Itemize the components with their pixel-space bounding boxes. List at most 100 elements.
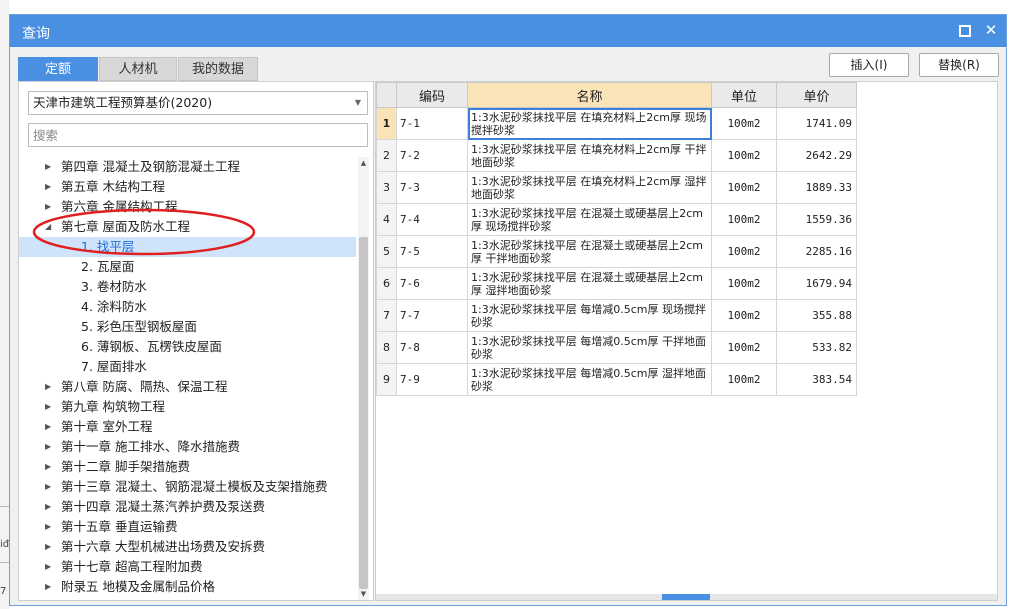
table-row[interactable]: 8 7-8 1:3水泥砂浆抹找平层 每增减0.5cm厚 干拌地面砂浆 100m2 533… (376, 331, 857, 364)
tree-item-chapter[interactable]: ▶ 第十六章 大型机械进出场费及安拆费 (19, 537, 356, 557)
table-row[interactable]: 3 7-3 1:3水泥砂浆抹找平层 在填充材料上2cm厚 湿拌地面砂浆 100m2 18… (376, 171, 857, 204)
price-cell[interactable]: 2285.16 (776, 235, 857, 268)
expand-caret-icon[interactable]: ▶ (45, 437, 51, 457)
name-cell[interactable]: 1:3水泥砂浆抹找平层 在填充材料上2cm厚 干拌地面砂浆 (467, 139, 712, 172)
header-name[interactable]: 名称 (467, 82, 712, 108)
tree-item-chapter[interactable]: ▶ 第十五章 垂直运输费 (19, 517, 356, 537)
table-row[interactable]: 4 7-4 1:3水泥砂浆抹找平层 在混凝土或硬基层上2cm厚 现场搅拌砂浆 100m… (376, 203, 857, 236)
table-row[interactable]: 1 7-1 1:3水泥砂浆抹找平层 在填充材料上2cm厚 现场搅拌砂浆 100m2 17… (376, 107, 857, 140)
title-bar[interactable]: 查询 ✕ (10, 15, 1006, 47)
unit-cell[interactable]: 100m2 (711, 107, 777, 140)
name-cell[interactable]: 1:3水泥砂浆抹找平层 在混凝土或硬基层上2cm厚 干拌地面砂浆 (467, 235, 712, 268)
unit-cell[interactable]: 100m2 (711, 267, 777, 300)
tree-item-chapter[interactable]: ▶ 第四章 混凝土及钢筋混凝土工程 (19, 157, 356, 177)
expand-caret-icon[interactable]: ▶ (45, 497, 51, 517)
header-price[interactable]: 单价 (776, 82, 857, 108)
collapse-caret-icon[interactable]: ◢ (45, 217, 51, 237)
code-cell[interactable]: 7-8 (396, 331, 468, 364)
insert-button[interactable]: 插入(I) (829, 53, 909, 77)
unit-cell[interactable]: 100m2 (711, 331, 777, 364)
replace-button[interactable]: 替换(R) (919, 53, 999, 77)
name-cell[interactable]: 1:3水泥砂浆抹找平层 在混凝土或硬基层上2cm厚 现场搅拌砂浆 (467, 203, 712, 236)
unit-cell[interactable]: 100m2 (711, 171, 777, 204)
unit-cell[interactable]: 100m2 (711, 235, 777, 268)
expand-caret-icon[interactable]: ▶ (45, 557, 51, 577)
tree-item-chapter[interactable]: ▶ 第十章 室外工程 (19, 417, 356, 437)
row-index-cell[interactable]: 6 (376, 267, 397, 300)
row-index-cell[interactable]: 9 (376, 363, 397, 396)
tree-scrollbar[interactable]: ▲ ▼ (358, 157, 369, 600)
code-cell[interactable]: 7-3 (396, 171, 468, 204)
unit-cell[interactable]: 100m2 (711, 203, 777, 236)
expand-caret-icon[interactable]: ▶ (45, 177, 51, 197)
table-row[interactable]: 7 7-7 1:3水泥砂浆抹找平层 每增减0.5cm厚 现场搅拌砂浆 100m2 355… (376, 299, 857, 332)
tree-item-section[interactable]: 6. 薄钢板、瓦楞铁皮屋面 (19, 337, 356, 357)
expand-caret-icon[interactable]: ▶ (45, 457, 51, 477)
price-cell[interactable]: 355.88 (776, 299, 857, 332)
library-select[interactable]: 天津市建筑工程预算基价(2020) ▼ (28, 91, 368, 115)
unit-cell[interactable]: 100m2 (711, 299, 777, 332)
unit-cell[interactable]: 100m2 (711, 139, 777, 172)
scrollbar-thumb[interactable] (359, 237, 368, 589)
name-cell[interactable]: 1:3水泥砂浆抹找平层 在填充材料上2cm厚 现场搅拌砂浆 (467, 107, 712, 140)
code-cell[interactable]: 7-7 (396, 299, 468, 332)
tree-item-chapter[interactable]: ▶ 第六章 金属结构工程 (19, 197, 356, 217)
tree-item-chapter[interactable]: ▶ 第五章 木结构工程 (19, 177, 356, 197)
price-cell[interactable]: 1889.33 (776, 171, 857, 204)
tree-item-section[interactable]: 4. 涂料防水 (19, 297, 356, 317)
row-index-cell[interactable]: 3 (376, 171, 397, 204)
code-cell[interactable]: 7-6 (396, 267, 468, 300)
price-cell[interactable]: 1679.94 (776, 267, 857, 300)
tree-item-chapter[interactable]: ▶ 第十七章 超高工程附加费 (19, 557, 356, 577)
price-cell[interactable]: 533.82 (776, 331, 857, 364)
code-cell[interactable]: 7-2 (396, 139, 468, 172)
price-cell[interactable]: 1559.36 (776, 203, 857, 236)
header-code[interactable]: 编码 (396, 82, 468, 108)
name-cell[interactable]: 1:3水泥砂浆抹找平层 每增减0.5cm厚 现场搅拌砂浆 (467, 299, 712, 332)
tab-labor-material-machine[interactable]: 人材机 (99, 57, 177, 81)
expand-caret-icon[interactable]: ▶ (45, 417, 51, 437)
restore-button[interactable] (956, 22, 974, 41)
code-cell[interactable]: 7-9 (396, 363, 468, 396)
tree-item-chapter[interactable]: ▶ 第十三章 混凝土、钢筋混凝土模板及支架措施费 (19, 477, 356, 497)
close-button[interactable]: ✕ (982, 22, 1000, 38)
table-row[interactable]: 6 7-6 1:3水泥砂浆抹找平层 在混凝土或硬基层上2cm厚 湿拌地面砂浆 100m… (376, 267, 857, 300)
expand-caret-icon[interactable]: ▶ (45, 397, 51, 417)
expand-caret-icon[interactable]: ▶ (45, 537, 51, 557)
tree-item-chapter[interactable]: ▶ 第八章 防腐、隔热、保温工程 (19, 377, 356, 397)
tree-item-section[interactable]: 2. 瓦屋面 (19, 257, 356, 277)
row-index-cell[interactable]: 5 (376, 235, 397, 268)
tree-item-section[interactable]: 5. 彩色压型钢板屋面 (19, 317, 356, 337)
tree-item-section[interactable]: 1. 找平层 (19, 237, 356, 257)
scroll-up-icon[interactable]: ▲ (358, 159, 369, 167)
scrollbar-thumb[interactable] (662, 594, 710, 600)
name-cell[interactable]: 1:3水泥砂浆抹找平层 每增减0.5cm厚 湿拌地面砂浆 (467, 363, 712, 396)
price-cell[interactable]: 2642.29 (776, 139, 857, 172)
scroll-down-icon[interactable]: ▼ (358, 590, 369, 598)
table-row[interactable]: 2 7-2 1:3水泥砂浆抹找平层 在填充材料上2cm厚 干拌地面砂浆 100m2 26… (376, 139, 857, 172)
row-index-cell[interactable]: 2 (376, 139, 397, 172)
tab-my-data[interactable]: 我的数据 (178, 57, 258, 81)
tree-item-section[interactable]: 7. 屋面排水 (19, 357, 356, 377)
tree-item-chapter[interactable]: ▶ 第九章 构筑物工程 (19, 397, 356, 417)
code-cell[interactable]: 7-1 (396, 107, 468, 140)
tree-item-chapter[interactable]: ▶ 第十一章 施工排水、降水措施费 (19, 437, 356, 457)
name-cell[interactable]: 1:3水泥砂浆抹找平层 在填充材料上2cm厚 湿拌地面砂浆 (467, 171, 712, 204)
search-input[interactable] (28, 123, 368, 147)
expand-caret-icon[interactable]: ▶ (45, 517, 51, 537)
row-index-cell[interactable]: 8 (376, 331, 397, 364)
unit-cell[interactable]: 100m2 (711, 363, 777, 396)
expand-caret-icon[interactable]: ▶ (45, 157, 51, 177)
name-cell[interactable]: 1:3水泥砂浆抹找平层 每增减0.5cm厚 干拌地面砂浆 (467, 331, 712, 364)
table-horizontal-scrollbar[interactable] (376, 594, 997, 600)
table-row[interactable]: 5 7-5 1:3水泥砂浆抹找平层 在混凝土或硬基层上2cm厚 干拌地面砂浆 100m… (376, 235, 857, 268)
expand-caret-icon[interactable]: ▶ (45, 477, 51, 497)
tree-item-chapter[interactable]: ▶ 第十二章 脚手架措施费 (19, 457, 356, 477)
row-index-cell[interactable]: 4 (376, 203, 397, 236)
tree-item-chapter[interactable]: ◢ 第七章 屋面及防水工程 (19, 217, 356, 237)
tree-item-chapter[interactable]: ▶ 第十四章 混凝土蒸汽养护费及泵送费 (19, 497, 356, 517)
expand-caret-icon[interactable]: ▶ (45, 377, 51, 397)
row-index-cell[interactable]: 1 (376, 107, 397, 140)
table-row[interactable]: 9 7-9 1:3水泥砂浆抹找平层 每增减0.5cm厚 湿拌地面砂浆 100m2 383… (376, 363, 857, 396)
tree-item-chapter[interactable]: ▶ 附录五 地模及金属制品价格 (19, 577, 356, 597)
